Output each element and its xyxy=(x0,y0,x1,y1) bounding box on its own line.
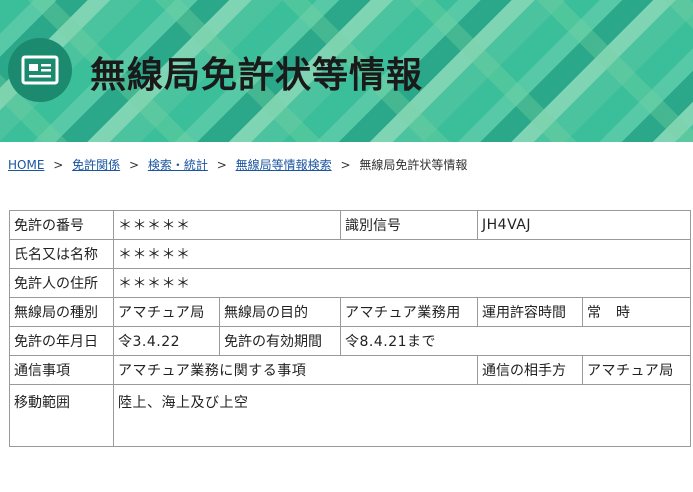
communication-partner-label: 通信の相手方 xyxy=(477,355,583,385)
breadcrumb-separator: > xyxy=(216,158,227,172)
purpose-label: 無線局の目的 xyxy=(219,297,341,327)
breadcrumb-separator: > xyxy=(340,158,351,172)
communication-partner-value: アマチュア局 xyxy=(581,355,692,385)
license-date-label: 免許の年月日 xyxy=(9,326,114,356)
table-row: 無線局の種別 アマチュア局 無線局の目的 アマチュア業務用 運用許容時間 常 時 xyxy=(9,297,692,327)
validity-period-label: 免許の有効期間 xyxy=(219,326,341,356)
callsign-label: 識別信号 xyxy=(340,210,478,240)
table-row: 氏名又は名称 ＊＊＊＊＊ xyxy=(9,239,692,269)
breadcrumb-search-stats-link[interactable]: 検索・統計 xyxy=(148,158,208,172)
breadcrumb-license-link[interactable]: 免許関係 xyxy=(72,158,120,172)
operating-hours-value: 常 時 xyxy=(581,297,692,327)
table-row: 移動範囲 陸上、海上及び上空 xyxy=(9,384,692,447)
license-card-icon xyxy=(8,38,72,102)
license-number-label: 免許の番号 xyxy=(9,210,114,240)
address-label: 免許人の住所 xyxy=(9,268,114,298)
table-row: 免許人の住所 ＊＊＊＊＊ xyxy=(9,268,692,298)
address-value: ＊＊＊＊＊ xyxy=(112,268,692,298)
breadcrumb-station-search-link[interactable]: 無線局等情報検索 xyxy=(236,158,332,172)
communication-matters-label: 通信事項 xyxy=(9,355,114,385)
station-type-value: アマチュア局 xyxy=(113,297,220,327)
station-type-label: 無線局の種別 xyxy=(9,297,114,327)
table-row: 通信事項 アマチュア業務に関する事項 通信の相手方 アマチュア局 xyxy=(9,355,692,385)
name-label: 氏名又は名称 xyxy=(9,239,114,269)
header-banner: 無線局免許状等情報 xyxy=(0,0,693,142)
communication-matters-value: アマチュア業務に関する事項 xyxy=(113,355,478,385)
license-date-value: 令3.4.22 xyxy=(113,326,220,356)
name-value: ＊＊＊＊＊ xyxy=(112,239,692,269)
purpose-value: アマチュア業務用 xyxy=(340,297,478,327)
movement-range-label: 移動範囲 xyxy=(9,384,114,447)
movement-range-value: 陸上、海上及び上空 xyxy=(112,384,692,447)
breadcrumb-current: 無線局免許状等情報 xyxy=(359,158,468,172)
breadcrumb-separator: > xyxy=(128,158,140,172)
license-number-value: ＊＊＊＊＊ xyxy=(113,210,341,240)
page-title: 無線局免許状等情報 xyxy=(90,55,424,96)
validity-period-value: 令8.4.21まで xyxy=(339,326,692,356)
breadcrumb: HOME > 免許関係 > 検索・統計 > 無線局等情報検索 > 無線局免許状等… xyxy=(8,156,467,173)
license-info-table: 免許の番号 ＊＊＊＊＊ 識別信号 JH4VAJ 氏名又は名称 ＊＊＊＊＊ 免許人… xyxy=(9,210,692,447)
breadcrumb-home-link[interactable]: HOME xyxy=(8,158,44,172)
table-row: 免許の番号 ＊＊＊＊＊ 識別信号 JH4VAJ xyxy=(9,210,692,240)
table-row: 免許の年月日 令3.4.22 免許の有効期間 令8.4.21まで xyxy=(9,326,692,356)
operating-hours-label: 運用許容時間 xyxy=(477,297,583,327)
breadcrumb-separator: > xyxy=(53,158,64,172)
callsign-value: JH4VAJ xyxy=(476,210,692,240)
